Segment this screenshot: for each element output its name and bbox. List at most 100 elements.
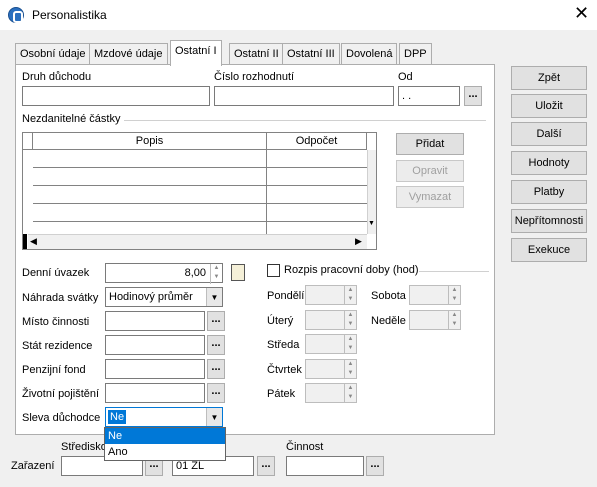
day-label-pondeli: Pondělí: [267, 290, 305, 302]
druh-duchodu-label: Druh důchodu: [22, 71, 92, 83]
nahrada-svatky-value: Hodinový průměr: [109, 291, 193, 303]
zivotni-pojisteni-input[interactable]: [105, 383, 205, 403]
pondeli-spinner[interactable]: ▲ ▼: [344, 286, 356, 304]
tab-panel: Druh důchodu Číslo rozhodnutí Od . . ...…: [15, 64, 495, 435]
close-icon[interactable]: ✕: [574, 4, 589, 22]
cinnost-browse-button[interactable]: ...: [366, 456, 384, 476]
tab-ostatni-iii[interactable]: Ostatní III: [282, 43, 340, 65]
denni-uvazek-input[interactable]: 8,00 ▲ ▼: [105, 263, 223, 284]
hodnoty-button[interactable]: Hodnoty: [511, 151, 587, 175]
denni-uvazek-label: Denní úvazek: [22, 267, 90, 279]
stredisko-label: Středisko: [61, 441, 107, 453]
misto-cinnosti-input[interactable]: [105, 311, 205, 331]
cislo-rozhodnuti-label: Číslo rozhodnutí: [214, 71, 295, 83]
day-label-patek: Pátek: [267, 388, 296, 400]
rozpis-divider: [419, 271, 489, 272]
ctvrtek-input[interactable]: ▲ ▼: [305, 359, 357, 379]
calculator-icon[interactable]: [231, 264, 245, 281]
streda-spinner[interactable]: ▲ ▼: [344, 335, 356, 353]
stredisko-browse-button[interactable]: ...: [257, 456, 275, 476]
sobota-input[interactable]: ▲ ▼: [409, 285, 461, 305]
tab-dpp[interactable]: DPP: [399, 43, 432, 65]
table-row[interactable]: [33, 168, 367, 186]
nedele-spinner[interactable]: ▲ ▼: [448, 311, 460, 329]
rozpis-label: Rozpis pracovní doby (hod): [284, 264, 419, 276]
vertical-scrollbar[interactable]: ▼: [367, 150, 376, 234]
misto-cinnosti-label: Místo činnosti: [22, 316, 90, 328]
tab-osobni-udaje[interactable]: Osobní údaje: [15, 43, 91, 65]
sleva-dropdown-list[interactable]: Ne Ano: [104, 427, 226, 461]
pridat-button[interactable]: Přidat: [396, 133, 464, 155]
dropdown-option-ano[interactable]: Ano: [105, 444, 225, 460]
patek-spinner[interactable]: ▲ ▼: [344, 384, 356, 402]
utery-input[interactable]: ▲ ▼: [305, 310, 357, 330]
nezdanitelne-label: Nezdanitelné částky: [22, 113, 121, 125]
od-date-input[interactable]: . .: [398, 86, 460, 106]
exekuce-button[interactable]: Exekuce: [511, 238, 587, 262]
rozpis-checkbox[interactable]: [267, 264, 280, 277]
table-row[interactable]: [33, 204, 367, 222]
sleva-duchodce-label: Sleva důchodce: [22, 412, 101, 424]
nahrada-svatky-label: Náhrada svátky: [22, 292, 99, 304]
streda-input[interactable]: ▲ ▼: [305, 334, 357, 354]
day-label-ctvrtek: Čtvrtek: [267, 364, 302, 376]
patek-input[interactable]: ▲ ▼: [305, 383, 357, 403]
stat-rezidence-input[interactable]: [105, 335, 205, 355]
denni-uvazek-value: 8,00: [184, 267, 206, 279]
chevron-down-icon[interactable]: ▼: [206, 288, 222, 306]
tab-ostatni-ii[interactable]: Ostatní II: [229, 43, 284, 65]
zpet-button[interactable]: Zpět: [511, 66, 587, 90]
nezdanitelne-grid[interactable]: Popis Odpočet ◀ ▶ ▼: [22, 132, 377, 250]
penzijni-fond-input[interactable]: [105, 359, 205, 379]
cinnost-input[interactable]: [286, 456, 364, 476]
row-indicator: [23, 234, 27, 249]
day-label-utery: Úterý: [267, 315, 294, 327]
misto-cinnosti-browse-button[interactable]: ...: [207, 311, 225, 331]
ctvrtek-spinner[interactable]: ▲ ▼: [344, 360, 356, 378]
table-row[interactable]: [33, 186, 367, 204]
nedele-input[interactable]: ▲ ▼: [409, 310, 461, 330]
ulozit-button[interactable]: Uložit: [511, 94, 587, 118]
druh-duchodu-input[interactable]: [22, 86, 210, 106]
stat-rezidence-browse-button[interactable]: ...: [207, 335, 225, 355]
scroll-left-icon[interactable]: ◀: [30, 236, 37, 247]
column-header-odpocet[interactable]: Odpočet: [267, 133, 367, 150]
opravit-button[interactable]: Opravit: [396, 160, 464, 182]
sleva-duchodce-value: Ne: [108, 410, 127, 424]
app-icon: [8, 7, 24, 23]
day-label-streda: Středa: [267, 339, 300, 351]
pondeli-input[interactable]: ▲ ▼: [305, 285, 357, 305]
nepritomnosti-button[interactable]: Nepřítomnosti: [511, 209, 587, 233]
tab-mzdove-udaje[interactable]: Mzdové údaje: [89, 43, 168, 65]
stat-rezidence-label: Stát rezidence: [22, 340, 93, 352]
od-browse-button[interactable]: ...: [464, 86, 482, 106]
platby-button[interactable]: Platby: [511, 180, 587, 204]
tab-dovolena[interactable]: Dovolená: [341, 43, 398, 65]
cislo-rozhodnuti-input[interactable]: [214, 86, 394, 106]
sobota-spinner[interactable]: ▲ ▼: [448, 286, 460, 304]
cinnost-label: Činnost: [286, 441, 324, 453]
vymazat-button[interactable]: Vymazat: [396, 186, 464, 208]
nahrada-svatky-select[interactable]: Hodinový průměr ▼: [105, 287, 223, 307]
day-label-sobota: Sobota: [371, 290, 406, 302]
tab-ostatni-i[interactable]: Ostatní I: [170, 40, 222, 66]
scroll-down-icon[interactable]: ▼: [368, 220, 375, 227]
zivotni-pojisteni-browse-button[interactable]: ...: [207, 383, 225, 403]
column-header-popis[interactable]: Popis: [33, 133, 267, 150]
dalsi-button[interactable]: Další: [511, 122, 587, 146]
scroll-right-icon[interactable]: ▶: [355, 236, 362, 247]
table-row[interactable]: [33, 150, 367, 168]
day-label-nedele: Neděle: [371, 315, 406, 327]
zivotni-pojisteni-label: Životní pojištění: [22, 388, 100, 400]
utery-spinner[interactable]: ▲ ▼: [344, 311, 356, 329]
denni-uvazek-spinner[interactable]: ▲ ▼: [210, 264, 222, 284]
window-title: Personalistika: [32, 8, 107, 22]
chevron-down-icon[interactable]: ▼: [206, 408, 222, 426]
penzijni-fond-browse-button[interactable]: ...: [207, 359, 225, 379]
grid-body: [33, 150, 367, 240]
dropdown-option-ne[interactable]: Ne: [105, 428, 225, 444]
column-divider: [266, 150, 267, 234]
sleva-duchodce-select[interactable]: Ne ▼: [105, 407, 223, 427]
od-label: Od: [398, 71, 413, 83]
horizontal-scrollbar[interactable]: ◀ ▶: [28, 234, 367, 249]
